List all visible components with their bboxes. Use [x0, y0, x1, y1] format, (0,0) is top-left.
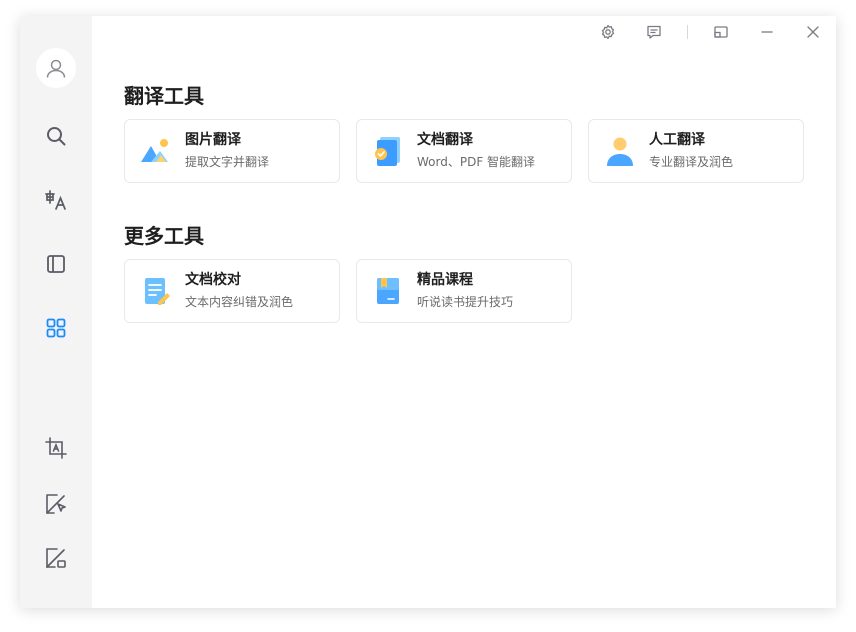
avatar[interactable] [36, 48, 76, 88]
section-title-more-tools: 更多工具 [124, 224, 204, 248]
sidebar-select-translate-button[interactable] [40, 488, 72, 520]
mini-window-button[interactable] [698, 16, 744, 48]
card-document-proofread[interactable]: 文档校对 文本内容纠错及润色 [124, 259, 340, 323]
card-premium-courses[interactable]: 精品课程 听说读书提升技巧 [356, 259, 572, 323]
sidebar-screenshot-ocr-button[interactable] [40, 432, 72, 464]
more-tools-cards: 文档校对 文本内容纠错及润色 精品课程 听说读书提升技巧 [124, 259, 572, 323]
gear-icon [601, 24, 615, 40]
title-bar-divider [687, 25, 688, 39]
card-title: 图片翻译 [185, 132, 241, 148]
search-icon [47, 127, 66, 146]
minimize-button[interactable] [744, 16, 790, 48]
close-button[interactable] [790, 16, 836, 48]
card-title: 文档翻译 [417, 132, 473, 148]
sidebar-translate-button[interactable] [40, 184, 72, 216]
minimize-icon [761, 31, 773, 33]
card-subtitle: 专业翻译及润色 [649, 155, 734, 169]
sidebar-search-button[interactable] [40, 120, 72, 152]
card-image-translate[interactable]: 图片翻译 提取文字并翻译 [124, 119, 340, 183]
image-mountain-icon [141, 139, 168, 162]
close-icon [807, 26, 819, 38]
title-bar [585, 16, 836, 48]
card-subtitle: 文本内容纠错及润色 [185, 295, 294, 309]
translate-tools-cards: 图片翻译 提取文字并翻译 文档翻译 Word、PDF 智能翻译 人工翻译 专业翻… [124, 119, 804, 183]
settings-button[interactable] [585, 16, 631, 48]
card-title: 人工翻译 [649, 132, 705, 148]
card-human-translate[interactable]: 人工翻译 专业翻译及润色 [588, 119, 804, 183]
cursor-select-icon [46, 494, 66, 514]
card-subtitle: 听说读书提升技巧 [417, 295, 514, 309]
section-title-translate-tools: 翻译工具 [124, 84, 204, 108]
app-window: 翻译工具 图片翻译 提取文字并翻译 文档翻译 Word、PDF 智能翻译 人工翻… [20, 16, 836, 608]
user-icon [46, 59, 66, 78]
feedback-button[interactable] [631, 16, 677, 48]
card-title: 文档校对 [185, 272, 241, 288]
document-translate-icon [375, 137, 400, 166]
message-icon [647, 25, 661, 39]
crop-text-icon [45, 437, 67, 459]
sidebar [20, 16, 92, 608]
person-icon [607, 137, 633, 166]
card-title: 精品课程 [417, 272, 473, 288]
card-document-translate[interactable]: 文档翻译 Word、PDF 智能翻译 [356, 119, 572, 183]
sidebar-screenshot-button[interactable] [40, 542, 72, 574]
mini-window-icon [714, 26, 728, 38]
card-subtitle: 提取文字并翻译 [185, 155, 270, 169]
main-content: 翻译工具 图片翻译 提取文字并翻译 文档翻译 Word、PDF 智能翻译 人工翻… [92, 16, 836, 608]
grid-apps-icon [46, 318, 66, 338]
bookmark-book-icon [377, 278, 399, 304]
sidebar-notebook-button[interactable] [40, 248, 72, 280]
document-edit-icon [145, 278, 170, 305]
sidebar-tools-button[interactable] [40, 312, 72, 344]
card-subtitle: Word、PDF 智能翻译 [417, 155, 536, 169]
notebook-icon [47, 255, 65, 273]
translate-icon [45, 190, 66, 210]
screenshot-icon [46, 548, 66, 568]
